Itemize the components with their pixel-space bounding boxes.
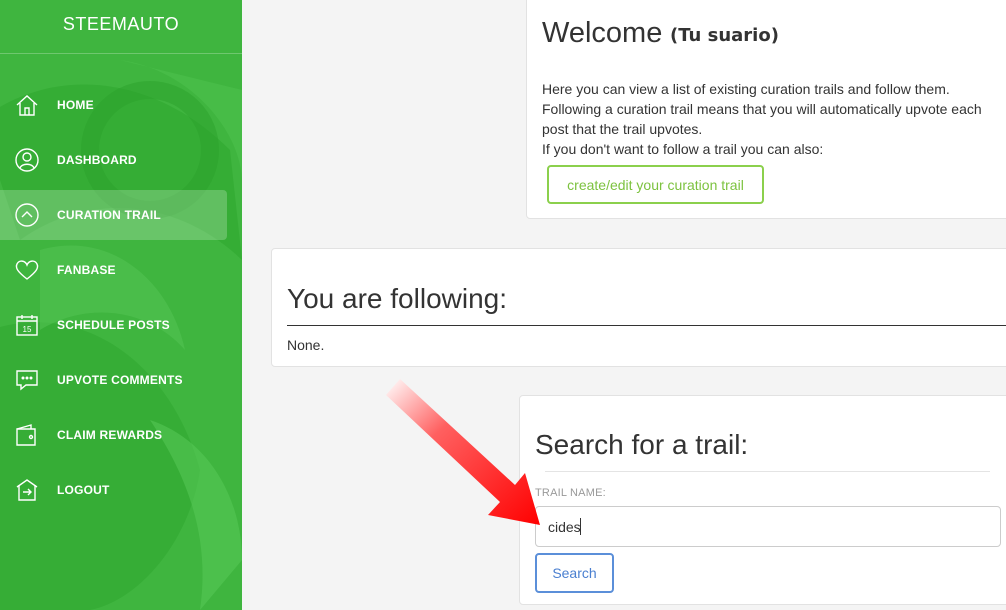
calendar-icon: 15 (14, 312, 40, 338)
sidebar-item-label: CURATION TRAIL (57, 208, 161, 222)
wallet-icon (14, 422, 40, 448)
sidebar-item-label: HOME (57, 98, 94, 112)
home-icon (14, 92, 40, 118)
sidebar-item-schedule-posts[interactable]: 15 SCHEDULE POSTS (0, 300, 227, 350)
calendar-icon-text: 15 (23, 325, 32, 334)
divider (545, 471, 990, 472)
user-icon (14, 147, 40, 173)
welcome-description: Here you can view a list of existing cur… (542, 79, 1002, 159)
trail-name-label: TRAIL NAME: (535, 487, 606, 499)
sidebar-item-curation-trail[interactable]: CURATION TRAIL (0, 190, 227, 240)
search-title: Search for a trail: (535, 429, 749, 460)
sidebar-item-upvote-comments[interactable]: UPVOTE COMMENTS (0, 355, 227, 405)
search-button[interactable]: Search (535, 553, 614, 593)
following-card: You are following: None. (271, 248, 1006, 367)
brand-logo-text[interactable]: STEEMAUTO (0, 0, 242, 54)
welcome-line: Here you can view a list of existing cur… (542, 81, 950, 97)
sidebar-item-label: FANBASE (57, 263, 116, 277)
divider (287, 325, 1006, 326)
sidebar-item-label: CLAIM REWARDS (57, 428, 163, 442)
trail-name-input[interactable] (535, 506, 1001, 547)
sidebar-item-home[interactable]: HOME (0, 80, 227, 130)
heart-icon (14, 257, 40, 283)
sidebar-item-label: SCHEDULE POSTS (57, 318, 170, 332)
welcome-title: Welcome (542, 17, 663, 49)
search-card: Search for a trail: TRAIL NAME: Search (519, 395, 1006, 605)
sidebar-item-fanbase[interactable]: FANBASE (0, 245, 227, 295)
sidebar-item-claim-rewards[interactable]: CLAIM REWARDS (0, 410, 227, 460)
sidebar-item-logout[interactable]: LOGOUT (0, 465, 227, 515)
sidebar-item-label: DASHBOARD (57, 153, 137, 167)
sidebar-item-dashboard[interactable]: DASHBOARD (0, 135, 227, 185)
sidebar-item-label: UPVOTE COMMENTS (57, 373, 183, 387)
welcome-line: If you don't want to follow a trail you … (542, 141, 824, 157)
chevron-up-circle-icon (14, 202, 40, 228)
sidebar: STEEMAUTO HOME DASHBOARD CURATION TRAIL … (0, 0, 242, 610)
welcome-username: (Tu suario) (670, 25, 779, 46)
welcome-line: Following a curation trail means that yo… (542, 101, 982, 137)
create-edit-trail-button[interactable]: create/edit your curation trail (547, 165, 764, 204)
welcome-card: Welcome (Tu suario) Here you can view a … (526, 0, 1006, 219)
following-list-empty: None. (287, 337, 325, 353)
following-title: You are following: (287, 283, 508, 314)
logout-icon (14, 477, 40, 503)
sidebar-item-label: LOGOUT (57, 483, 110, 497)
text-cursor (580, 518, 581, 535)
comment-icon (14, 367, 40, 393)
sidebar-nav: HOME DASHBOARD CURATION TRAIL FANBASE 15… (0, 80, 242, 515)
